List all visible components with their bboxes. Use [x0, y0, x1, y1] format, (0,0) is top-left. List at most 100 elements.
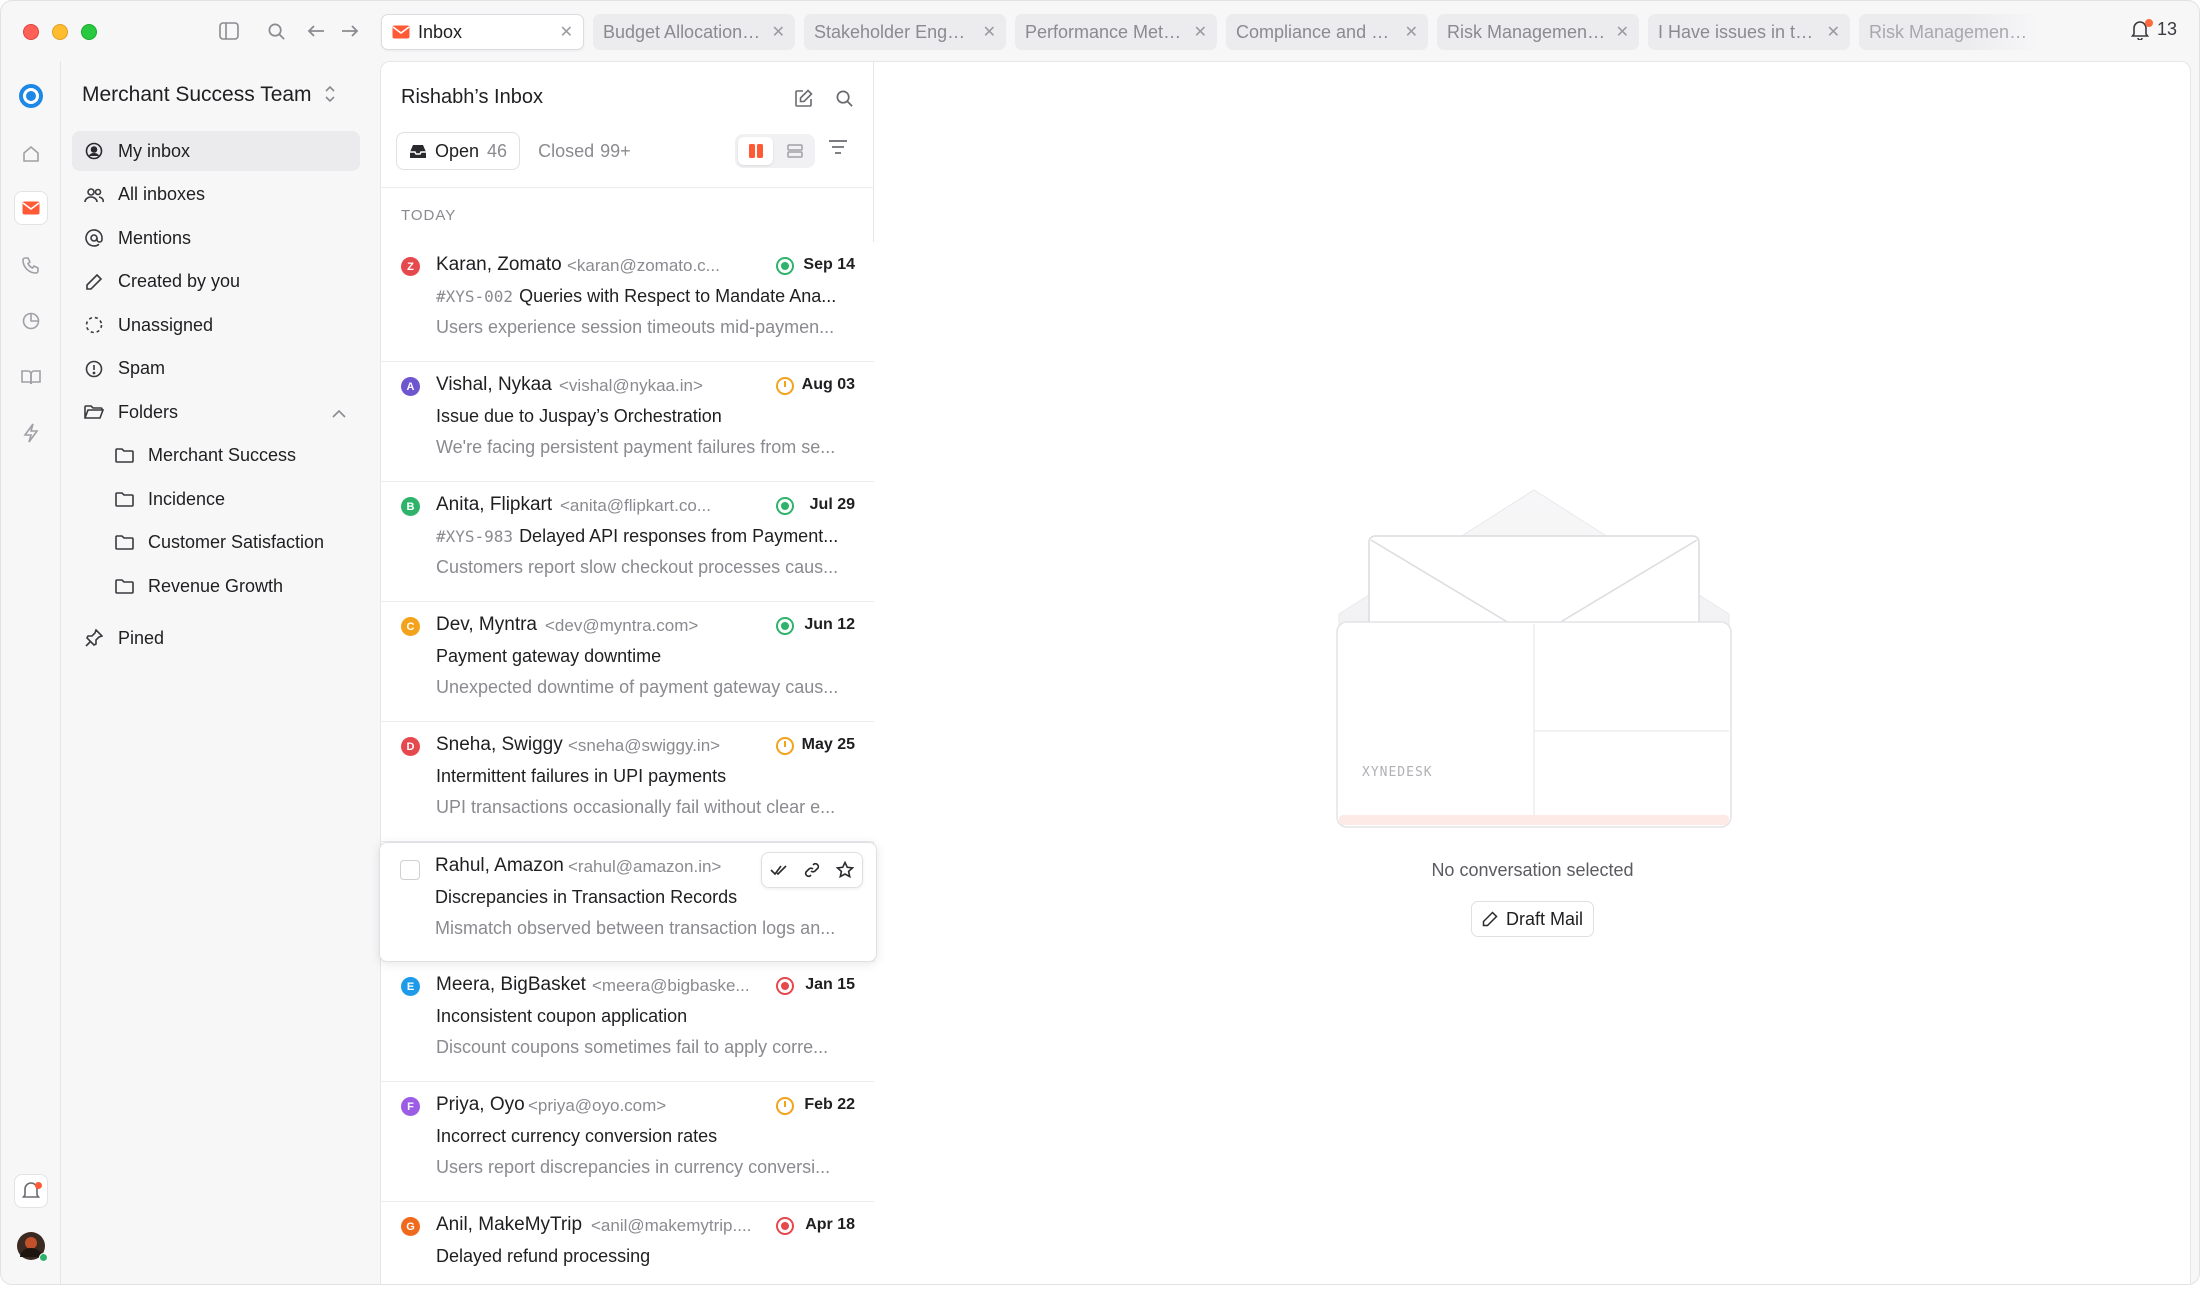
sidebar-item-created-by-you[interactable]: Created by you	[72, 262, 360, 302]
tab-risk-management[interactable]: Risk Management i... ✕	[1437, 14, 1639, 50]
filter-icon[interactable]	[828, 139, 848, 160]
sender-email: <rahul@amazon.in>	[568, 857, 722, 876]
compose-icon[interactable]	[791, 86, 815, 110]
chevron-up-icon[interactable]	[332, 402, 346, 423]
mail-icon	[392, 25, 410, 39]
close-tab-icon[interactable]: ✕	[762, 22, 785, 42]
subject: Payment gateway downtime	[436, 646, 861, 667]
close-tab-icon[interactable]: ✕	[1184, 22, 1207, 42]
sidebar-toggle-icon[interactable]	[217, 19, 241, 43]
status-pending-icon	[776, 737, 794, 755]
ticket-id: #XYS-983	[436, 527, 514, 546]
search-icon[interactable]	[264, 19, 288, 43]
home-icon[interactable]	[14, 137, 48, 171]
book-icon[interactable]	[14, 360, 48, 394]
conversation-list-pane: Rishabh’s Inbox Open 46 Closed 99+ TODAY…	[379, 61, 877, 1284]
folder-merchant-success[interactable]: Merchant Success	[72, 436, 360, 476]
date: Aug 03	[801, 376, 855, 393]
sidebar-item-spam[interactable]: Spam	[72, 349, 360, 389]
empty-envelope-illustration: XYNEDESK	[1329, 474, 1739, 834]
back-arrow-icon[interactable]	[304, 19, 328, 43]
sidebar-item-label: Folders	[118, 401, 179, 422]
folder-icon	[114, 489, 134, 509]
sidebar-item-mentions[interactable]: Mentions	[72, 218, 360, 258]
sidebar: Merchant Success Team My inbox All inbox…	[62, 61, 370, 1284]
list-view-button[interactable]	[777, 137, 812, 165]
star-icon[interactable]	[836, 861, 855, 879]
folder-revenue-growth[interactable]: Revenue Growth	[72, 566, 360, 606]
search-icon[interactable]	[832, 86, 856, 110]
notification-settings-icon[interactable]	[14, 1174, 48, 1208]
alert-circle-icon	[84, 359, 104, 379]
mark-done-icon[interactable]	[770, 864, 788, 876]
link-icon[interactable]	[803, 861, 821, 879]
subject-text: Payment gateway downtime	[436, 646, 662, 666]
sidebar-item-all-inboxes[interactable]: All inboxes	[72, 175, 360, 215]
conversation-row[interactable]: E Meera, BigBasket <meera@bigbaske... Ja…	[381, 962, 875, 1082]
folder-incidence[interactable]: Incidence	[72, 479, 360, 519]
sidebar-item-my-inbox[interactable]: My inbox	[72, 131, 360, 171]
preview: Discount coupons sometimes fail to apply…	[436, 1037, 829, 1057]
tab-inbox[interactable]: Inbox ✕	[381, 14, 584, 50]
subject: Intermittent failures in UPI payments	[436, 766, 861, 787]
close-tab-icon[interactable]: ✕	[550, 22, 573, 42]
team-switcher[interactable]: Merchant Success Team	[82, 83, 312, 107]
close-tab-icon[interactable]: ✕	[1606, 22, 1629, 42]
close-tab-icon[interactable]: ✕	[973, 22, 996, 42]
conversation-row[interactable]: G Anil, MakeMyTrip <anil@makemytrip.... …	[381, 1202, 875, 1284]
tab-performance-metrics[interactable]: Performance Metri... ✕	[1015, 14, 1217, 50]
split-view-button[interactable]	[738, 137, 773, 165]
avatar: D	[401, 737, 420, 756]
draft-mail-button[interactable]: Draft Mail	[1471, 901, 1595, 937]
sidebar-item-unassigned[interactable]: Unassigned	[72, 305, 360, 345]
conversation-row[interactable]: C Dev, Myntra <dev@myntra.com> Jun 12 Pa…	[381, 602, 875, 722]
tab-stakeholder-engagement[interactable]: Stakeholder Engag... ✕	[804, 14, 1006, 50]
inbox-mail-icon[interactable]	[14, 191, 48, 225]
conversation-row[interactable]: F Priya, Oyo <priya@oyo.com> Feb 22 Inco…	[381, 1082, 875, 1202]
conversation-row[interactable]: D Sneha, Swiggy <sneha@swiggy.in> May 25…	[381, 722, 875, 842]
folder-icon	[114, 446, 134, 466]
app-window: Inbox ✕ Budget Allocation f... ✕ Stakeho…	[0, 0, 2200, 1285]
sender-name: Meera, BigBasket	[436, 974, 586, 995]
subject: Incorrect currency conversion rates	[436, 1126, 861, 1147]
forward-arrow-icon[interactable]	[338, 19, 362, 43]
tab-label: I Have issues in tra...	[1658, 21, 1817, 42]
draft-mail-label: Draft Mail	[1506, 908, 1584, 929]
minimize-window-button[interactable]	[52, 24, 68, 40]
open-filter-button[interactable]: Open 46	[396, 132, 521, 170]
pencil-icon	[84, 272, 104, 292]
chevron-up-down-icon[interactable]	[324, 85, 336, 103]
subject: #XYS-983 Delayed API responses from Payme…	[436, 526, 861, 547]
folder-customer-satisfaction[interactable]: Customer Satisfaction	[72, 523, 360, 563]
conversation-row-hovered[interactable]: Rahul, Amazon <rahul@amazon.in> Discrepa…	[379, 842, 877, 962]
phone-icon[interactable]	[14, 248, 48, 282]
avatar[interactable]	[14, 1229, 48, 1263]
close-tab-icon[interactable]: ✕	[1817, 22, 1840, 42]
conversation-row[interactable]: B Anita, Flipkart <anita@flipkart.co... …	[381, 482, 875, 602]
zoom-window-button[interactable]	[81, 24, 97, 40]
tab-compliance[interactable]: Compliance and R... ✕	[1226, 14, 1428, 50]
select-checkbox[interactable]	[400, 860, 420, 880]
tab-risk-management-2[interactable]: Risk Management i...	[1859, 14, 2039, 50]
sender-name: Karan, Zomato	[436, 254, 562, 275]
inbox-title: Rishabh’s Inbox	[401, 86, 543, 108]
tab-budget-allocation[interactable]: Budget Allocation f... ✕	[593, 14, 795, 50]
closed-filter-button[interactable]: Closed 99+	[528, 132, 641, 170]
sender-email: <karan@zomato.c...	[567, 256, 720, 275]
subject: #XYS-002 Queries with Respect to Mandate …	[436, 286, 861, 307]
conversation-row[interactable]: Z Karan, Zomato <karan@zomato.c... Sep 1…	[381, 242, 875, 362]
sidebar-item-pinned[interactable]: Pined	[72, 618, 360, 658]
analytics-icon[interactable]	[14, 304, 48, 338]
notifications[interactable]: 13	[2131, 18, 2177, 40]
status-pending-icon	[776, 1097, 794, 1115]
subject-text: Intermittent failures in UPI payments	[436, 766, 727, 786]
tab-issues[interactable]: I Have issues in tra... ✕	[1648, 14, 1850, 50]
close-tab-icon[interactable]: ✕	[1395, 22, 1418, 42]
avatar: F	[401, 1097, 420, 1116]
sidebar-item-folders[interactable]: Folders	[72, 392, 360, 432]
app-logo-icon[interactable]	[14, 79, 48, 113]
close-window-button[interactable]	[23, 24, 39, 40]
empty-state-label: No conversation selected	[1431, 860, 1634, 880]
conversation-row[interactable]: A Vishal, Nykaa <vishal@nykaa.in> Aug 03…	[381, 362, 875, 482]
lightning-icon[interactable]	[14, 416, 48, 450]
